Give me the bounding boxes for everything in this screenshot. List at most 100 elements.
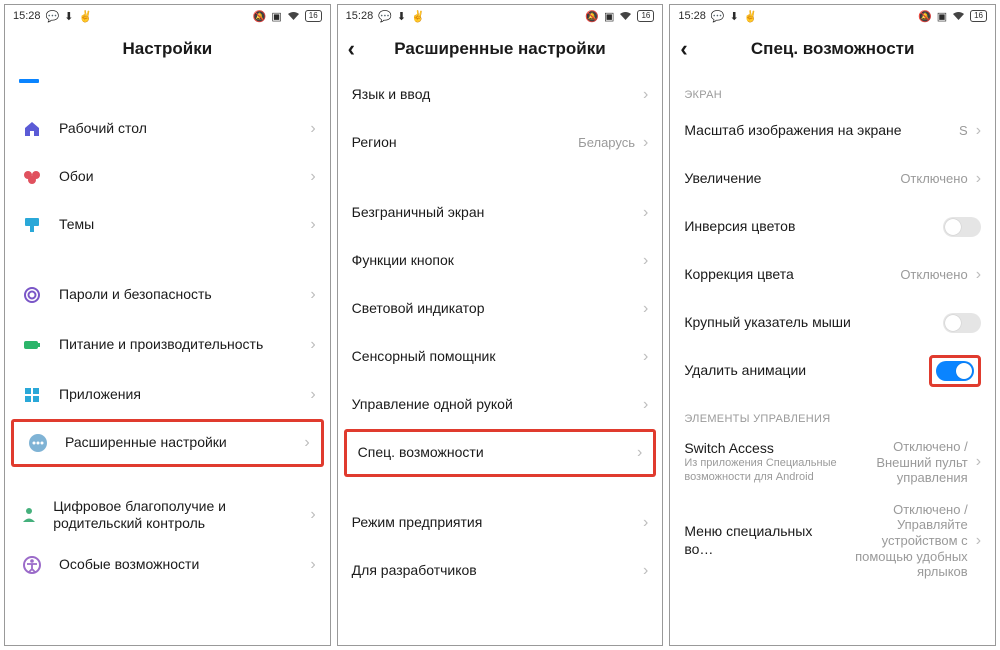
list-item-led[interactable]: Световой индикатор › bbox=[338, 285, 663, 333]
list-item-wallpaper[interactable]: Обои › bbox=[5, 153, 330, 201]
list-item-language[interactable]: Язык и ввод › bbox=[338, 71, 663, 119]
list-item-desktop[interactable]: Рабочий стол › bbox=[5, 105, 330, 153]
list-item-buttons[interactable]: Функции кнопок › bbox=[338, 237, 663, 285]
section-header-screen: ЭКРАН bbox=[670, 71, 995, 107]
chevron-right-icon: › bbox=[976, 532, 981, 550]
list-item-onehand[interactable]: Управление одной рукой › bbox=[338, 381, 663, 429]
brush-icon bbox=[19, 212, 45, 238]
wellbeing-icon bbox=[19, 502, 39, 528]
list-item-themes[interactable]: Темы › bbox=[5, 201, 330, 249]
toggle-switch[interactable] bbox=[943, 313, 981, 333]
chevron-right-icon: › bbox=[643, 252, 648, 270]
hand-icon: ✌ bbox=[78, 10, 92, 23]
wifi-icon bbox=[287, 11, 300, 21]
list-item-accessibility[interactable]: Спец. возможности › bbox=[344, 429, 657, 477]
list-item-color-inversion[interactable]: Инверсия цветов bbox=[670, 203, 995, 251]
list-item-apps[interactable]: Приложения › bbox=[5, 371, 330, 419]
status-time: 15:28 bbox=[13, 10, 41, 22]
region-value: Беларусь bbox=[578, 135, 635, 151]
hand-icon: ✌ bbox=[411, 10, 425, 23]
dnd-icon: 🔕 bbox=[585, 10, 599, 23]
fingerprint-icon bbox=[19, 282, 45, 308]
battery-indicator: 16 bbox=[305, 10, 322, 22]
chevron-right-icon: › bbox=[310, 120, 315, 138]
battery-icon bbox=[19, 332, 45, 358]
home-icon bbox=[19, 116, 45, 142]
status-bar: 15:28 💬 ⬇ ✌ 🔕 ▣ 16 bbox=[670, 5, 995, 27]
status-bar: 15:28 💬 ⬇ ✌ 🔕 ▣ 16 bbox=[338, 5, 663, 27]
download-icon: ⬇ bbox=[730, 10, 739, 23]
header: ‹ Расширенные настройки bbox=[338, 27, 663, 71]
list-item-passwords[interactable]: Пароли и безопасность › bbox=[5, 271, 330, 319]
chevron-right-icon: › bbox=[310, 556, 315, 574]
wifi-icon bbox=[952, 11, 965, 21]
advanced-list: Язык и ввод › Регион Беларусь › Безграни… bbox=[338, 71, 663, 645]
wifi-icon bbox=[619, 11, 632, 21]
chat-icon: 💬 bbox=[711, 10, 725, 23]
phone-panel-advanced: 15:28 💬 ⬇ ✌ 🔕 ▣ 16 ‹ Расширенные настрой… bbox=[337, 4, 664, 646]
phone-panel-settings: 15:28 💬 ⬇ ✌ 🔕 ▣ 16 Настройки Рабочий сто… bbox=[4, 4, 331, 646]
chat-icon: 💬 bbox=[378, 10, 392, 23]
hand-icon: ✌ bbox=[744, 10, 758, 23]
status-bar: 15:28 💬 ⬇ ✌ 🔕 ▣ 16 bbox=[5, 5, 330, 27]
section-header-controls: ЭЛЕМЕНТЫ УПРАВЛЕНИЯ bbox=[670, 395, 995, 431]
back-button[interactable]: ‹ bbox=[348, 36, 355, 62]
list-item-magnification[interactable]: Увеличение Отключено › bbox=[670, 155, 995, 203]
chevron-right-icon: › bbox=[643, 514, 648, 532]
chevron-right-icon: › bbox=[643, 562, 648, 580]
header: ‹ Спец. возможности bbox=[670, 27, 995, 71]
back-button[interactable]: ‹ bbox=[680, 36, 687, 62]
dnd-icon: 🔕 bbox=[253, 10, 267, 23]
flower-icon bbox=[19, 164, 45, 190]
page-title: Расширенные настройки bbox=[394, 39, 605, 59]
sim-icon: ▣ bbox=[937, 10, 947, 23]
toggle-switch[interactable] bbox=[936, 361, 974, 381]
chevron-right-icon: › bbox=[310, 286, 315, 304]
page-title: Спец. возможности bbox=[751, 39, 915, 59]
list-item-advanced[interactable]: Расширенные настройки › bbox=[11, 419, 324, 467]
list-item-large-cursor[interactable]: Крупный указатель мыши bbox=[670, 299, 995, 347]
sim-icon: ▣ bbox=[604, 10, 614, 23]
list-item-cut[interactable] bbox=[5, 71, 330, 83]
highlight-box bbox=[929, 355, 981, 387]
list-item-wellbeing[interactable]: Цифровое благополучие и родительский кон… bbox=[5, 489, 330, 541]
a11y-list: ЭКРАН Масштаб изображения на экране S › … bbox=[670, 71, 995, 645]
phone-panel-accessibility: 15:28 💬 ⬇ ✌ 🔕 ▣ 16 ‹ Спец. возможности Э… bbox=[669, 4, 996, 646]
list-item-display-scale[interactable]: Масштаб изображения на экране S › bbox=[670, 107, 995, 155]
status-time: 15:28 bbox=[346, 10, 374, 22]
list-item-remove-animations[interactable]: Удалить анимации bbox=[670, 347, 995, 395]
settings-list: Рабочий стол › Обои › Темы › Пароли и бе… bbox=[5, 71, 330, 645]
list-item-color-correction[interactable]: Коррекция цвета Отключено › bbox=[670, 251, 995, 299]
chevron-right-icon: › bbox=[310, 336, 315, 354]
list-item-region[interactable]: Регион Беларусь › bbox=[338, 119, 663, 167]
toggle-switch[interactable] bbox=[943, 217, 981, 237]
notifications-icon bbox=[19, 79, 39, 83]
chat-icon: 💬 bbox=[46, 10, 60, 23]
chevron-right-icon: › bbox=[976, 122, 981, 140]
dnd-icon: 🔕 bbox=[918, 10, 932, 23]
chevron-right-icon: › bbox=[643, 86, 648, 104]
list-item-touch-assist[interactable]: Сенсорный помощник › bbox=[338, 333, 663, 381]
chevron-right-icon: › bbox=[310, 168, 315, 186]
list-item-enterprise[interactable]: Режим предприятия › bbox=[338, 499, 663, 547]
more-icon bbox=[25, 430, 51, 456]
battery-indicator: 16 bbox=[970, 10, 987, 22]
chevron-right-icon: › bbox=[310, 216, 315, 234]
chevron-right-icon: › bbox=[643, 396, 648, 414]
accessibility-icon bbox=[19, 552, 45, 578]
list-item-a11y-menu[interactable]: Меню специальных во… Отключено / Управля… bbox=[670, 494, 995, 588]
battery-indicator: 16 bbox=[637, 10, 654, 22]
chevron-right-icon: › bbox=[310, 386, 315, 404]
list-item-power[interactable]: Питание и производительность › bbox=[5, 319, 330, 371]
download-icon: ⬇ bbox=[397, 10, 406, 23]
status-time: 15:28 bbox=[678, 10, 706, 22]
list-item-a11y[interactable]: Особые возможности › bbox=[5, 541, 330, 589]
list-item-developer[interactable]: Для разработчиков › bbox=[338, 547, 663, 595]
list-item-switch-access[interactable]: Switch Access Из приложения Специальные … bbox=[670, 431, 995, 494]
list-item-fullscreen[interactable]: Безграничный экран › bbox=[338, 189, 663, 237]
page-title: Настройки bbox=[122, 39, 212, 59]
download-icon: ⬇ bbox=[64, 10, 73, 23]
chevron-right-icon: › bbox=[643, 134, 648, 152]
chevron-right-icon: › bbox=[976, 266, 981, 284]
chevron-right-icon: › bbox=[976, 170, 981, 188]
